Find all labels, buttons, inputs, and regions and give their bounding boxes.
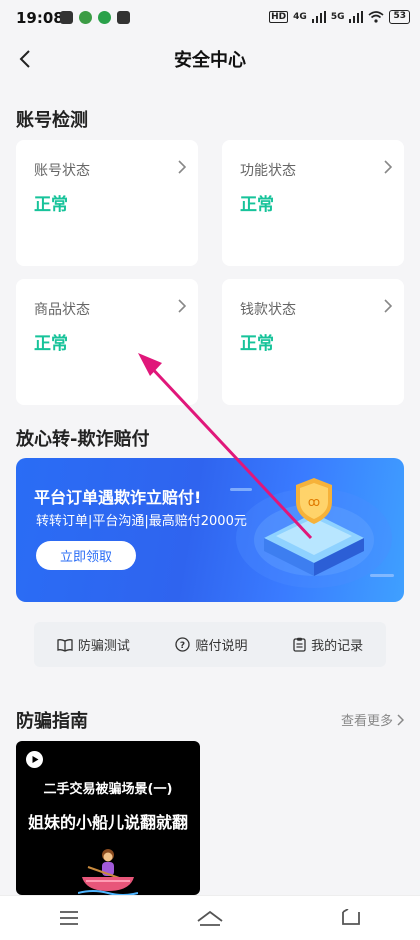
status-right: HD 4G 5G 53: [269, 10, 410, 24]
account-status-card[interactable]: 账号状态 正常: [16, 140, 198, 266]
back-icon[interactable]: [340, 909, 362, 927]
quick-links-bar: 防骗测试 ? 赔付说明 我的记录: [34, 622, 386, 667]
signal-icon: [311, 11, 326, 23]
notification-icons: [60, 11, 130, 24]
fraud-guarantee-title: 放心转-欺诈赔付: [16, 429, 150, 450]
chevron-right-icon: [384, 299, 392, 313]
video-card[interactable]: 二手交易被骗场景(一) 姐妹的小船儿说翻就翻: [16, 741, 200, 895]
account-check-title: 账号检测: [16, 110, 88, 131]
anti-fraud-test-link[interactable]: 防骗测试: [57, 635, 130, 654]
hd-indicator: HD: [269, 11, 289, 23]
chevron-right-icon: [384, 160, 392, 174]
battery-icon: 53: [389, 10, 410, 24]
chevron-right-icon: [178, 160, 186, 174]
signal-icon-2: [349, 11, 364, 23]
bike-notification-icon: [79, 11, 92, 24]
game-notification-icon: [98, 11, 111, 24]
menu-icon[interactable]: [58, 910, 80, 926]
chevron-right-icon: [397, 713, 404, 726]
network-5g-icon: 5G: [330, 12, 345, 22]
clipboard-icon: [293, 637, 306, 652]
card-label: 功能状态: [240, 163, 296, 179]
card-label: 钱款状态: [240, 302, 296, 318]
banner-title: 平台订单遇欺诈立赔付!: [34, 488, 202, 507]
my-records-link[interactable]: 我的记录: [293, 635, 363, 654]
card-value: 正常: [240, 334, 274, 354]
play-icon: [26, 751, 43, 768]
status-bar: 19:08 HD 4G 5G 53: [0, 0, 420, 36]
chevron-right-icon: [178, 299, 186, 313]
network-4g-icon: 4G: [293, 12, 307, 22]
claim-now-button[interactable]: 立即领取: [36, 541, 136, 570]
compensation-info-link[interactable]: ? 赔付说明: [175, 635, 247, 654]
home-icon[interactable]: [196, 909, 224, 927]
goods-status-card[interactable]: 商品状态 正常: [16, 279, 198, 405]
rowing-boat-illustration: [78, 849, 138, 895]
page-title: 安全中心: [174, 50, 246, 71]
app-notification-icon: [60, 11, 73, 24]
fraud-guarantee-banner[interactable]: ꝏ 平台订单遇欺诈立赔付! 转转订单|平台沟通|最高赔付2000元 立即领取: [16, 458, 404, 602]
function-status-card[interactable]: 功能状态 正常: [222, 140, 404, 266]
card-label: 账号状态: [34, 163, 90, 179]
video-title-line1: 二手交易被骗场景(一): [43, 782, 173, 797]
video-title-line2: 姐妹的小船儿说翻就翻: [27, 813, 188, 832]
quick-link-label: 赔付说明: [195, 639, 248, 654]
funds-status-card[interactable]: 钱款状态 正常: [222, 279, 404, 405]
card-value: 正常: [240, 195, 274, 215]
anti-fraud-guide-title: 防骗指南: [16, 711, 88, 732]
card-value: 正常: [34, 195, 68, 215]
view-more-link[interactable]: 查看更多: [341, 710, 404, 729]
question-circle-icon: ?: [175, 637, 191, 652]
card-label: 商品状态: [34, 302, 90, 318]
mail-notification-icon: [117, 11, 130, 24]
shield-platform-illustration: ꝏ: [230, 478, 394, 588]
quick-link-label: 防骗测试: [77, 639, 130, 654]
svg-text:?: ?: [180, 641, 185, 651]
card-value: 正常: [34, 334, 68, 354]
book-icon: [57, 638, 73, 652]
view-more-label: 查看更多: [340, 714, 393, 729]
svg-text:ꝏ: ꝏ: [308, 495, 320, 509]
wifi-icon: [368, 11, 384, 23]
banner-subtitle: 转转订单|平台沟通|最高赔付2000元: [36, 514, 247, 529]
nav-bar: 安全中心: [0, 36, 420, 82]
quick-link-label: 我的记录: [311, 639, 364, 654]
system-nav-bar: [0, 895, 420, 940]
status-time: 19:08: [16, 9, 64, 27]
